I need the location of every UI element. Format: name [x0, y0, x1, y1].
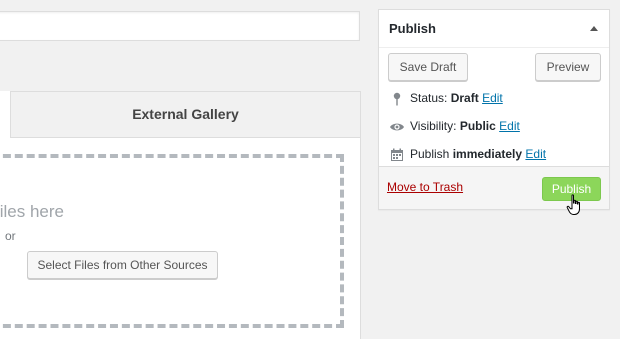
edit-visibility-link[interactable]: Edit: [499, 119, 520, 133]
post-title-input[interactable]: [0, 11, 360, 41]
triangle-up-icon[interactable]: [590, 26, 598, 31]
visibility-label: Visibility:: [410, 119, 457, 133]
hand-pointer-icon: [566, 194, 584, 216]
schedule-label: Publish: [410, 147, 450, 161]
pin-icon: [389, 91, 405, 107]
tab-external-gallery[interactable]: External Gallery: [11, 92, 360, 137]
publish-box: Publish Save Draft Preview Status: Draft…: [378, 9, 610, 210]
publish-box-title: Publish: [389, 21, 436, 36]
post-editor-screen: External Gallery files here or Select Fi…: [0, 0, 620, 339]
status-label: Status:: [410, 91, 448, 105]
status-row: Status: Draft Edit: [389, 90, 503, 106]
publish-box-header[interactable]: Publish: [379, 10, 609, 48]
tab-upload[interactable]: [0, 91, 11, 138]
or-separator-text: or: [5, 229, 16, 243]
edit-schedule-link[interactable]: Edit: [525, 147, 546, 161]
eye-icon: [389, 119, 405, 135]
schedule-value: immediately: [452, 147, 523, 161]
file-drop-zone[interactable]: files here or Select Files from Other So…: [0, 154, 344, 328]
gallery-panel: External Gallery files here or Select Fi…: [0, 91, 361, 339]
calendar-icon: [389, 147, 405, 163]
edit-status-link[interactable]: Edit: [482, 91, 503, 105]
gallery-tab-strip: External Gallery: [0, 91, 360, 138]
select-files-button[interactable]: Select Files from Other Sources: [27, 251, 218, 279]
preview-button[interactable]: Preview: [535, 53, 601, 81]
move-to-trash-link[interactable]: Move to Trash: [387, 180, 463, 194]
status-value: Draft: [450, 91, 479, 105]
visibility-row: Visibility: Public Edit: [389, 118, 520, 134]
save-draft-button[interactable]: Save Draft: [388, 53, 468, 81]
schedule-row: Publish immediately Edit: [389, 146, 546, 162]
visibility-value: Public: [459, 119, 496, 133]
drop-files-text: files here: [0, 202, 64, 221]
